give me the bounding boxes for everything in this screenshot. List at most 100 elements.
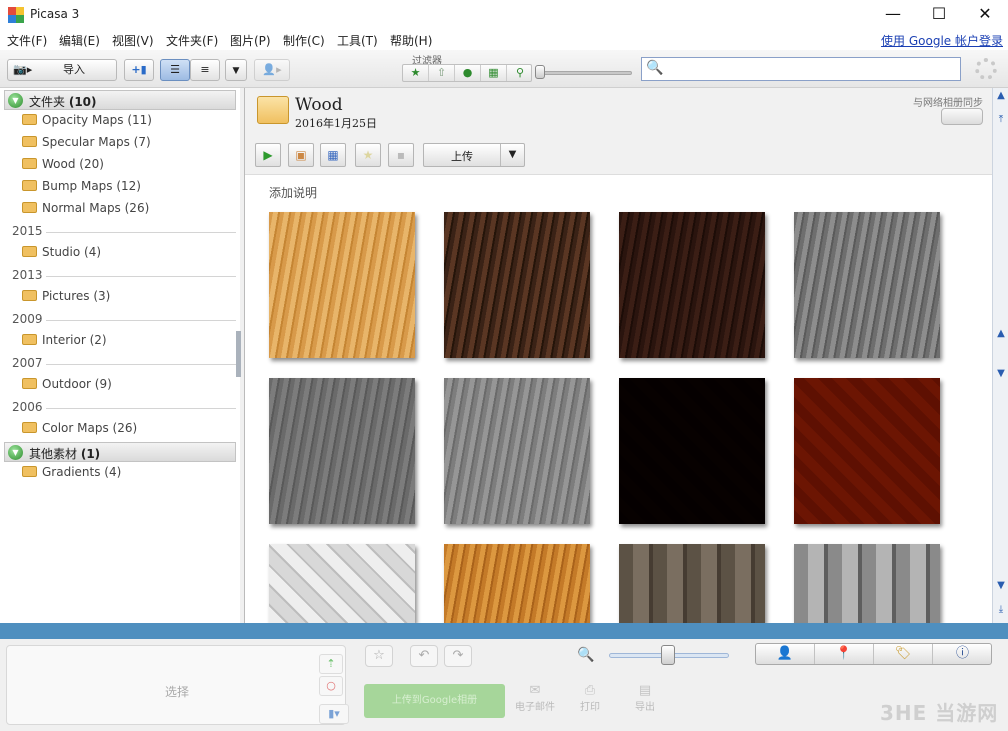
photo-thumbnail[interactable] <box>619 212 765 358</box>
folder-item[interactable]: Interior (2) <box>22 333 107 353</box>
scroll-up-icon[interactable]: ▲ <box>995 90 1007 101</box>
thumbnail-size-knob[interactable] <box>661 645 675 665</box>
folder-item[interactable]: Gradients (4) <box>22 465 121 485</box>
filter-starred-button[interactable]: ★ <box>403 65 429 81</box>
menu-edit[interactable]: 编辑(E) <box>59 32 100 49</box>
album-title[interactable]: Wood <box>295 95 343 115</box>
rotate-right-button[interactable]: ↷ <box>444 645 472 667</box>
photo-thumbnail[interactable] <box>444 212 590 358</box>
email-button[interactable]: ✉ 电子邮件 <box>510 683 560 713</box>
movie-button[interactable]: ▦ <box>320 143 346 167</box>
filter-uploaded-button[interactable]: ⇧ <box>429 65 455 81</box>
photo-thumbnail[interactable] <box>269 378 415 524</box>
filter-geotag-button[interactable]: ⚲ <box>507 65 533 81</box>
chevron-down-icon[interactable]: ▼ <box>500 144 524 166</box>
share-to-google-button[interactable]: 上传到Google相册 <box>364 684 505 718</box>
share-people-button[interactable]: 👤▸ <box>254 59 290 81</box>
scroll-down-small-icon[interactable]: ▼ <box>995 368 1007 379</box>
scroll-down-icon[interactable]: ▼ <box>995 580 1007 591</box>
star-album-button[interactable]: ★ <box>355 143 381 167</box>
add-to-album-button[interactable]: +▮ <box>124 59 154 81</box>
tree-view-button[interactable]: ≡ <box>190 59 220 81</box>
photo-thumbnail[interactable] <box>794 378 940 524</box>
photo-thumbnail[interactable] <box>619 378 765 524</box>
folder-item[interactable]: Outdoor (9) <box>22 377 112 397</box>
export-button[interactable]: ▤ 导出 <box>620 683 670 713</box>
zoom-icon: 🔍 <box>577 647 595 663</box>
other-section-header[interactable]: ▼ 其他素材 (1) <box>4 442 236 462</box>
folder-item[interactable]: Color Maps (26) <box>22 421 137 441</box>
folder-item[interactable]: Pictures (3) <box>22 289 110 309</box>
menu-folder[interactable]: 文件夹(F) <box>166 32 218 49</box>
menu-create[interactable]: 制作(C) <box>283 32 325 49</box>
photo-thumbnail[interactable] <box>794 544 940 623</box>
panel-resize-handle[interactable] <box>236 331 241 377</box>
photo-thumbnail[interactable] <box>269 212 415 358</box>
view-dropdown-button[interactable]: ▼ <box>225 59 247 81</box>
album-view: Wood 2016年1月25日 与网络相册同步 ▶ ▣ ▦ ★ ▪ 上传 ▼ 添… <box>244 88 993 623</box>
import-button[interactable]: 📷▸ 导入 <box>7 59 117 81</box>
hold-button[interactable]: ⇡ <box>319 654 343 674</box>
photo-thumbnail[interactable] <box>794 212 940 358</box>
photo-thumbnail[interactable] <box>619 544 765 623</box>
other-header-label: 其他素材 <box>29 447 78 461</box>
menu-help[interactable]: 帮助(H) <box>390 32 432 49</box>
web-sync-toggle[interactable] <box>941 108 983 125</box>
folder-item[interactable]: Studio (4) <box>22 245 101 265</box>
scroll-up-small-icon[interactable]: ▲ <box>995 328 1007 339</box>
rotate-left-button[interactable]: ↶ <box>410 645 438 667</box>
add-caption-link[interactable]: 添加说明 <box>269 184 317 201</box>
folder-item[interactable]: Specular Maps (7) <box>22 135 151 155</box>
album-scrollbar[interactable]: ▲ ⤒ ▲ ▼ ▼ ⤓ <box>992 88 1008 623</box>
title-bar: Picasa 3 — ☐ ✕ <box>0 0 1008 30</box>
scroll-top-icon[interactable]: ⤒ <box>995 114 1007 125</box>
photo-thumbnail[interactable] <box>444 378 590 524</box>
menu-view[interactable]: 视图(V) <box>112 32 154 49</box>
folders-section-header[interactable]: ▼ 文件夹 (10) <box>4 90 236 110</box>
export-icon: ▤ <box>638 683 652 698</box>
year-separator: 2006 <box>12 400 236 416</box>
folder-item[interactable]: Opacity Maps (11) <box>22 113 152 133</box>
google-login-link[interactable]: 使用 Google 帐户登录 <box>881 32 1003 49</box>
list-view-button[interactable]: ☰ <box>160 59 190 81</box>
album-date[interactable]: 2016年1月25日 <box>295 115 377 131</box>
slideshow-button[interactable]: ▶ <box>255 143 281 167</box>
maximize-button[interactable]: ☐ <box>916 0 962 30</box>
tray-divider[interactable] <box>0 623 1008 639</box>
filter-people-button[interactable]: ● <box>455 65 481 81</box>
save-icon: ▪ <box>396 148 406 162</box>
close-button[interactable]: ✕ <box>962 0 1008 30</box>
properties-button[interactable]: ⓘ <box>933 644 992 664</box>
date-filter-slider[interactable] <box>536 71 632 75</box>
collage-button[interactable]: ▣ <box>288 143 314 167</box>
photo-thumbnail[interactable] <box>269 544 415 623</box>
folder-item[interactable]: Bump Maps (12) <box>22 179 141 199</box>
star-button[interactable]: ☆ <box>365 645 393 667</box>
print-button[interactable]: ⎙ 打印 <box>565 683 615 713</box>
add-to-button[interactable]: ▮▾ <box>319 704 349 724</box>
folder-label: Wood (20) <box>42 157 104 171</box>
menu-file[interactable]: 文件(F) <box>7 32 47 49</box>
selection-tray[interactable]: 选择 ⇡ ○ ▮▾ <box>6 645 349 725</box>
upload-button[interactable]: 上传 ▼ <box>423 143 525 167</box>
photo-thumbnail[interactable] <box>444 544 590 623</box>
scroll-bottom-icon[interactable]: ⤓ <box>995 604 1007 615</box>
folder-label: Normal Maps (26) <box>42 201 150 215</box>
save-button[interactable]: ▪ <box>388 143 414 167</box>
menu-tools[interactable]: 工具(T) <box>337 32 378 49</box>
tags-button[interactable]: 🏷 <box>874 644 933 664</box>
rotate-right-icon: ↷ <box>452 648 464 663</box>
people-button[interactable]: 👤 <box>756 644 815 664</box>
menu-picture[interactable]: 图片(P) <box>230 32 271 49</box>
folder-icon <box>22 114 37 125</box>
date-filter-knob[interactable] <box>535 65 545 79</box>
clear-button[interactable]: ○ <box>319 676 343 696</box>
folder-item[interactable]: Normal Maps (26) <box>22 201 149 221</box>
minimize-button[interactable]: — <box>870 0 916 30</box>
geotag-button[interactable]: 📍 <box>815 644 874 664</box>
folder-icon <box>22 466 37 477</box>
other-header-count: (1) <box>80 447 101 461</box>
filter-video-button[interactable]: ▦ <box>481 65 507 81</box>
folder-item[interactable]: Wood (20) <box>22 157 104 177</box>
search-input[interactable]: 🔍 <box>641 57 961 81</box>
